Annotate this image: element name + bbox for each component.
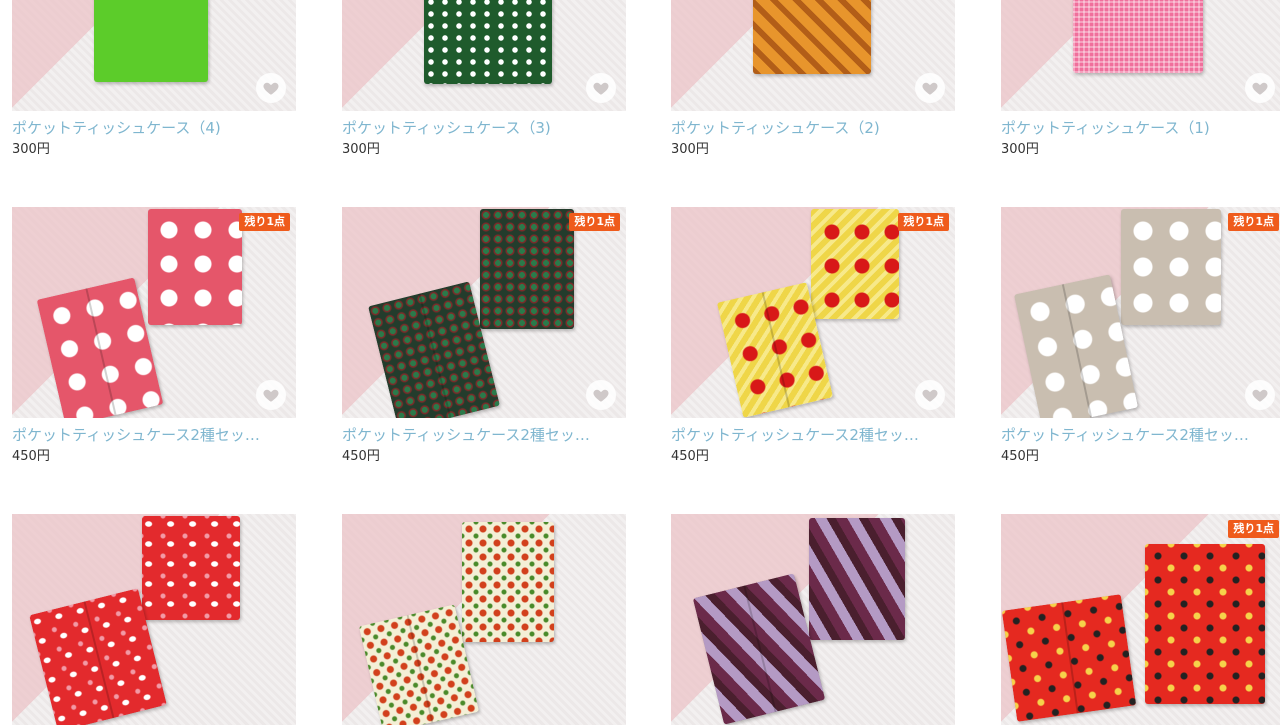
- favorite-button[interactable]: [586, 73, 616, 103]
- heart-icon: [1252, 82, 1268, 95]
- product-photo[interactable]: [671, 514, 955, 725]
- product-card[interactable]: 残り1点 ポケットティッシュケース2種セッ… 450円: [342, 207, 626, 465]
- product-photo[interactable]: [1001, 0, 1280, 111]
- product-photo[interactable]: [671, 0, 955, 111]
- favorite-button[interactable]: [256, 380, 286, 410]
- product-price: 450円: [671, 449, 709, 464]
- product-card[interactable]: ポケットティッシュケース（1) 300円: [1001, 0, 1280, 158]
- heart-icon: [1252, 389, 1268, 402]
- heart-icon: [922, 82, 938, 95]
- product-photo[interactable]: [342, 514, 626, 725]
- product-photo[interactable]: [12, 0, 296, 111]
- product-card[interactable]: [671, 514, 955, 725]
- favorite-button[interactable]: [1245, 380, 1275, 410]
- product-grid: ポケットティッシュケース（4) 300円 ポケットティッシュケース（3) 300…: [0, 0, 1280, 725]
- product-card[interactable]: [12, 514, 296, 725]
- product-price: 300円: [12, 142, 50, 157]
- product-price: 300円: [342, 142, 380, 157]
- product-card[interactable]: ポケットティッシュケース（2) 300円: [671, 0, 955, 158]
- heart-icon: [263, 82, 279, 95]
- product-card[interactable]: [342, 514, 626, 725]
- product-photo[interactable]: 残り1点: [12, 207, 296, 418]
- stock-badge: 残り1点: [898, 213, 949, 231]
- heart-icon: [593, 82, 609, 95]
- favorite-button[interactable]: [1245, 73, 1275, 103]
- stock-badge: 残り1点: [1228, 213, 1279, 231]
- favorite-button[interactable]: [256, 73, 286, 103]
- product-price: 450円: [12, 449, 50, 464]
- product-title[interactable]: ポケットティッシュケース（4): [12, 119, 296, 137]
- product-title[interactable]: ポケットティッシュケース2種セッ…: [671, 426, 955, 444]
- favorite-button[interactable]: [586, 380, 616, 410]
- product-card[interactable]: ポケットティッシュケース（3) 300円: [342, 0, 626, 158]
- product-photo[interactable]: 残り1点: [1001, 514, 1280, 725]
- product-photo[interactable]: [12, 514, 296, 725]
- product-card[interactable]: 残り1点: [1001, 514, 1280, 725]
- heart-icon: [263, 389, 279, 402]
- favorite-button[interactable]: [915, 73, 945, 103]
- product-photo[interactable]: 残り1点: [1001, 207, 1280, 418]
- stock-badge: 残り1点: [1228, 520, 1279, 538]
- product-price: 450円: [342, 449, 380, 464]
- product-title[interactable]: ポケットティッシュケース2種セッ…: [1001, 426, 1280, 444]
- product-card[interactable]: 残り1点 ポケットティッシュケース2種セッ… 450円: [1001, 207, 1280, 465]
- stock-badge: 残り1点: [239, 213, 290, 231]
- product-title[interactable]: ポケットティッシュケース2種セッ…: [342, 426, 626, 444]
- product-title[interactable]: ポケットティッシュケース（3): [342, 119, 626, 137]
- stock-badge: 残り1点: [569, 213, 620, 231]
- product-photo[interactable]: 残り1点: [671, 207, 955, 418]
- product-card[interactable]: 残り1点 ポケットティッシュケース2種セッ… 450円: [671, 207, 955, 465]
- product-price: 300円: [671, 142, 709, 157]
- product-price: 450円: [1001, 449, 1039, 464]
- product-photo[interactable]: 残り1点: [342, 207, 626, 418]
- heart-icon: [593, 389, 609, 402]
- product-title[interactable]: ポケットティッシュケース（2): [671, 119, 955, 137]
- product-title[interactable]: ポケットティッシュケース2種セッ…: [12, 426, 296, 444]
- product-card[interactable]: ポケットティッシュケース（4) 300円: [12, 0, 296, 158]
- heart-icon: [922, 389, 938, 402]
- product-photo[interactable]: [342, 0, 626, 111]
- favorite-button[interactable]: [915, 380, 945, 410]
- product-title[interactable]: ポケットティッシュケース（1): [1001, 119, 1280, 137]
- product-price: 300円: [1001, 142, 1039, 157]
- product-card[interactable]: 残り1点 ポケットティッシュケース2種セッ… 450円: [12, 207, 296, 465]
